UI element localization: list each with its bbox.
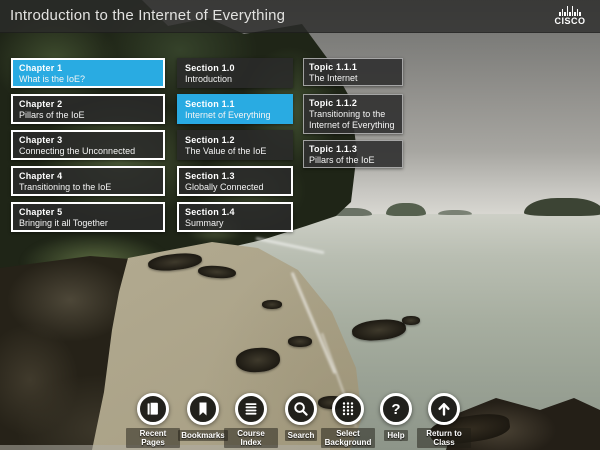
chapter-title: Chapter 1 [19, 63, 157, 74]
section-title: Section 1.1 [185, 99, 285, 110]
section-subtitle: Introduction [185, 74, 285, 85]
topic-title: Topic 1.1.3 [309, 144, 397, 155]
topic-item-1-1-3[interactable]: Topic 1.1.3 Pillars of the IoE [303, 140, 403, 168]
chapter-subtitle: Pillars of the IoE [19, 110, 157, 121]
chapter-subtitle: Bringing it all Together [19, 218, 157, 229]
chapter-item-2[interactable]: Chapter 2 Pillars of the IoE [11, 94, 165, 124]
topic-subtitle: Transitioning to the Internet of Everyth… [309, 109, 397, 131]
section-subtitle: Internet of Everything [185, 110, 285, 121]
chapter-title: Chapter 3 [19, 135, 157, 146]
chapter-item-4[interactable]: Chapter 4 Transitioning to the IoE [11, 166, 165, 196]
bookmark-icon [194, 400, 212, 418]
section-subtitle: Summary [185, 218, 285, 229]
list-icon [242, 400, 260, 418]
topic-title: Topic 1.1.2 [309, 98, 397, 109]
chapter-subtitle: Transitioning to the IoE [19, 182, 157, 193]
chapter-title: Chapter 2 [19, 99, 157, 110]
chapter-item-1[interactable]: Chapter 1 What is the IoE? [11, 58, 165, 88]
chapter-item-3[interactable]: Chapter 3 Connecting the Unconnected [11, 130, 165, 160]
section-subtitle: The Value of the IoE [185, 146, 285, 157]
question-icon: ? [391, 402, 400, 417]
chapter-title: Chapter 4 [19, 171, 157, 182]
dots-grid-icon [339, 400, 357, 418]
arrow-up-icon [435, 400, 453, 418]
chapter-title: Chapter 5 [19, 207, 157, 218]
chapter-subtitle: What is the IoE? [19, 74, 157, 85]
horizon-island [438, 210, 472, 215]
topic-subtitle: The Internet [309, 73, 397, 84]
chapter-subtitle: Connecting the Unconnected [19, 146, 157, 157]
horizon-island [386, 203, 426, 216]
beach-rock [288, 336, 312, 347]
beach-rock [262, 300, 282, 309]
section-item-1-4[interactable]: Section 1.4 Summary [177, 202, 293, 232]
topic-title: Topic 1.1.1 [309, 62, 397, 73]
beach-rock [402, 316, 420, 325]
cisco-logo: CISCO [552, 6, 588, 27]
cisco-bars-icon [552, 6, 588, 16]
return-to-class-button[interactable] [428, 393, 460, 425]
section-item-1-1[interactable]: Section 1.1 Internet of Everything [177, 94, 293, 124]
toolbar-item-return-to-class[interactable]: Return to Class [404, 393, 484, 450]
section-item-1-2[interactable]: Section 1.2 The Value of the IoE [177, 130, 293, 160]
chapter-item-5[interactable]: Chapter 5 Bringing it all Together [11, 202, 165, 232]
course-navigation-screen: Introduction to the Internet of Everythi… [0, 0, 600, 450]
section-title: Section 1.2 [185, 135, 285, 146]
book-icon [144, 400, 162, 418]
section-item-1-0[interactable]: Section 1.0 Introduction [177, 58, 293, 88]
horizon-island [524, 198, 600, 216]
topic-item-1-1-2[interactable]: Topic 1.1.2 Transitioning to the Interne… [303, 94, 403, 134]
section-item-1-3[interactable]: Section 1.3 Globally Connected [177, 166, 293, 196]
toolbar-label: Return to Class [417, 428, 471, 448]
section-title: Section 1.4 [185, 207, 285, 218]
header-bar: Introduction to the Internet of Everythi… [0, 0, 600, 33]
topic-subtitle: Pillars of the IoE [309, 155, 397, 166]
section-title: Section 1.0 [185, 63, 285, 74]
page-title: Introduction to the Internet of Everythi… [10, 8, 285, 24]
section-title: Section 1.3 [185, 171, 285, 182]
section-subtitle: Globally Connected [185, 182, 285, 193]
cisco-wordmark: CISCO [552, 16, 588, 27]
topic-item-1-1-1[interactable]: Topic 1.1.1 The Internet [303, 58, 403, 86]
